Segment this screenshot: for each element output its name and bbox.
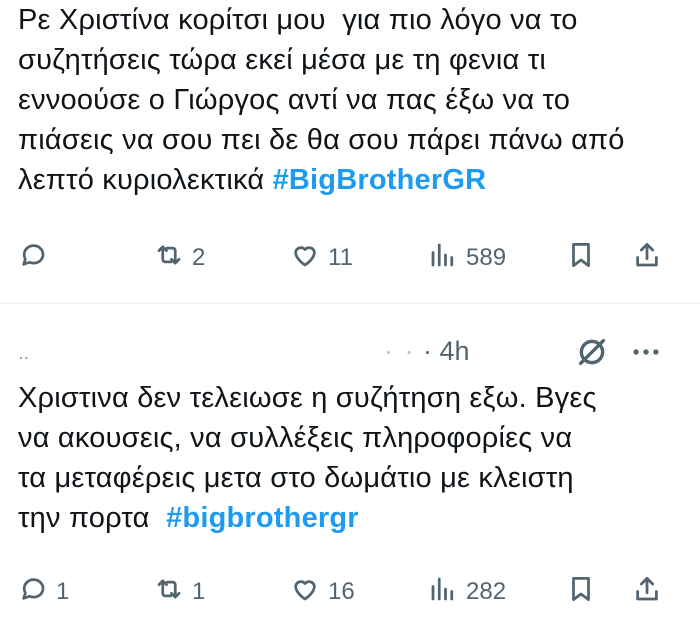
retweet-icon [154,574,184,611]
timestamp-text: · 4h [423,336,470,366]
reply-button[interactable]: 1 [18,570,69,614]
tweet-actions: 1 1 16 282 [0,570,700,614]
reply-button[interactable] [18,236,56,280]
views-button[interactable]: 282 [428,570,506,614]
tweet-actions: 2 11 589 [0,236,700,280]
tweet-text: Ρε Χριστίνα κορίτσι μου για πιο λόγο να … [18,0,688,200]
grok-button[interactable] [572,334,612,374]
like-button[interactable]: 11 [290,236,353,280]
timestamp-blur: · · [384,336,416,366]
views-count: 282 [466,578,507,605]
more-icon [629,335,663,374]
tweet[interactable]: Ρε Χριστίνα κορίτσι μου για πιο λόγο να … [0,0,700,302]
tweet[interactable]: .. · · · 4h Χριστινα δεν τελειωσε η συζή… [0,304,700,641]
reply-count: 1 [56,578,70,605]
bookmark-button[interactable] [566,570,596,614]
retweet-count: 1 [192,578,206,605]
tweet-text: Χριστινα δεν τελειωσε η συζήτηση εξω. Βγ… [18,378,688,538]
like-count: 11 [328,244,353,271]
like-count: 16 [328,578,355,605]
retweet-button[interactable]: 1 [154,570,205,614]
grok-icon [575,335,609,374]
bookmark-button[interactable] [566,236,596,280]
like-icon [290,240,320,277]
share-icon [632,240,662,277]
retweet-count: 2 [192,244,206,271]
tweet-timestamp[interactable]: · · · 4h [384,336,470,367]
views-icon [428,574,458,611]
share-button[interactable] [632,570,662,614]
author-name[interactable]: .. [18,343,36,363]
reply-icon [18,240,48,277]
retweet-button[interactable]: 2 [154,236,205,280]
hashtag-link[interactable]: #BigBrotherGR [273,164,487,196]
more-button[interactable] [626,334,666,374]
like-icon [290,574,320,611]
tweet-header: .. · · · 4h [0,334,700,374]
share-icon [632,574,662,611]
reply-icon [18,574,48,611]
retweet-icon [154,240,184,277]
bookmark-icon [566,574,596,611]
hashtag-link[interactable]: #bigbrothergr [166,502,359,534]
views-button[interactable]: 589 [428,236,506,280]
views-icon [428,240,458,277]
views-count: 589 [466,244,507,271]
bookmark-icon [566,240,596,277]
like-button[interactable]: 16 [290,570,355,614]
share-button[interactable] [632,236,662,280]
